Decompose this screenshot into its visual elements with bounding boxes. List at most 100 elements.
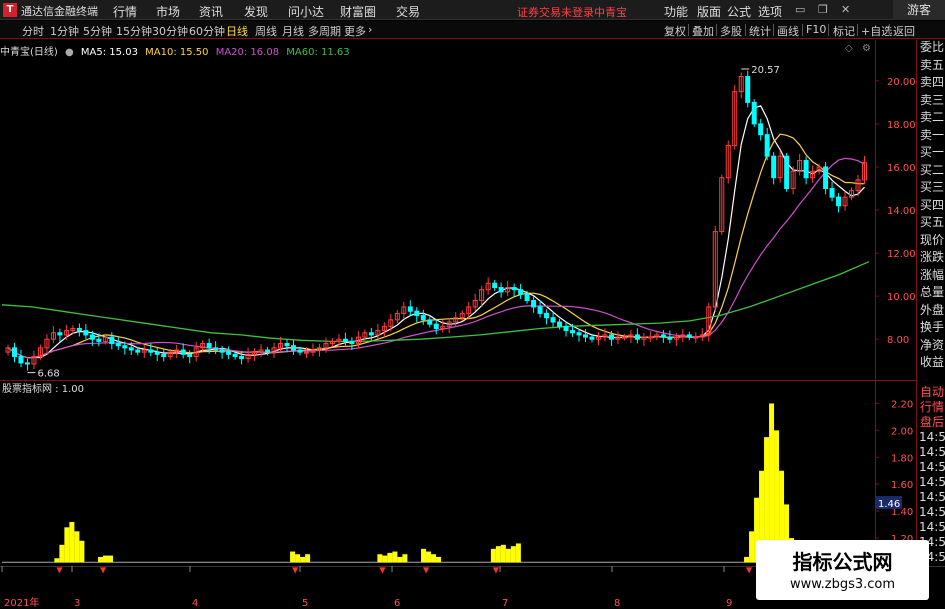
indicator-bar [387, 552, 393, 563]
kline-chart[interactable]: ▼ ▼ ▼ ▼ ▼ ▼ ▼ 20.00 18.00 16.00 14.00 12.00 10.00 8.… [0, 0, 945, 609]
indicator-bar [744, 556, 750, 563]
candle-body [621, 336, 627, 339]
candle-body [823, 166, 829, 190]
tick-mode-label: 盘后 [919, 415, 945, 430]
candle-body [57, 332, 63, 336]
candle-body [745, 76, 751, 103]
y-tick-label: 14.00 [887, 206, 916, 217]
candle-body [492, 282, 498, 289]
candle-body [420, 315, 426, 321]
candle-body [213, 347, 219, 351]
candle-body [498, 287, 504, 293]
candle-body [647, 336, 653, 339]
quote-field-label: 换手 [919, 320, 945, 335]
pane-divider [0, 380, 918, 381]
tick-time-label: 14:56 [919, 460, 945, 475]
candle-body [239, 355, 245, 360]
candle-body [693, 336, 699, 339]
indicator-bar [377, 554, 383, 563]
ma60-line [1, 261, 870, 343]
candle-body [433, 323, 439, 329]
indicator-bar [769, 403, 775, 563]
candle-body [537, 306, 543, 314]
right-panel-border [916, 40, 917, 565]
candle-body [265, 349, 271, 353]
candle-body [803, 160, 809, 179]
quote-field-label: 卖四 [919, 75, 945, 90]
candle-body [570, 330, 576, 334]
candle-body [291, 345, 297, 351]
candle-body [771, 155, 777, 179]
low-price-label: 6.68 [37, 369, 59, 380]
candle-body [303, 351, 309, 354]
indicator-bar [397, 556, 403, 563]
quote-field-label: 买三 [919, 180, 945, 195]
candle-body [550, 317, 556, 323]
candle-body [148, 349, 154, 353]
quote-field-label: 总量 [919, 285, 945, 300]
indicator-legend: 股票指标网 : 1.00 [2, 384, 84, 395]
x-tick-label: 7 [502, 598, 508, 609]
indicator-bar [69, 521, 75, 563]
indicator-bar [436, 556, 442, 563]
tick-mode-label: 自动 [919, 385, 945, 400]
candle-body [608, 334, 614, 340]
candle-body [582, 334, 588, 338]
sub-y-tick-label: 1.80 [891, 453, 913, 464]
candle-body [180, 349, 186, 355]
candle-body [511, 287, 517, 291]
indicator-bar [290, 551, 296, 563]
candle-body [109, 336, 115, 345]
quote-panel: 委比 卖五 卖四 卖三 卖二 卖一 买一 买二 买三 买四 买五 现价 涨跌 涨幅 总量 外盘 换手 净资 收益 [919, 40, 945, 380]
candle-body [284, 343, 290, 347]
quote-field-label: 卖一 [919, 127, 945, 143]
candle-body [836, 196, 842, 207]
candle-body [232, 353, 238, 357]
quote-field-label: 买一 [919, 145, 945, 160]
indicator-bar [79, 540, 85, 563]
indicator-bar [426, 551, 432, 563]
x-tick-label: 2021年 [4, 596, 39, 609]
candle-body [660, 334, 666, 338]
tick-panel: 自动行情盘后14:5614:5614:5614:5614:5614:5614:5… [919, 385, 945, 565]
x-tick-label: 6 [394, 598, 400, 609]
candle-body [634, 334, 640, 340]
quote-field-label: 涨跌 [919, 250, 945, 265]
indicator-bar [64, 527, 70, 563]
candle-body [297, 349, 303, 353]
quote-field-label: 收益 [919, 355, 945, 370]
quote-field-label: 买二 [919, 162, 945, 178]
tick-time-label: 14:56 [919, 475, 945, 490]
tick-time-label: 14:56 [919, 490, 945, 505]
x-tick-label: 5 [302, 598, 308, 609]
candle-body [187, 353, 193, 357]
candle-body [784, 155, 790, 190]
candle-body [524, 293, 530, 301]
candle-body [89, 334, 95, 340]
candle-body [24, 362, 30, 365]
quote-field-label: 买五 [919, 215, 945, 230]
candle-body [764, 134, 770, 157]
indicator-bar [431, 554, 437, 563]
axis-frame [875, 40, 876, 565]
candle-body [11, 347, 17, 357]
indicator-bar [305, 554, 311, 563]
candle-body [368, 332, 374, 336]
indicator-bar [490, 548, 496, 563]
quote-field-label: 委比 [919, 40, 945, 55]
indicator-bar [421, 548, 427, 563]
quote-field-label: 买四 [919, 197, 945, 213]
indicator-bar [295, 554, 301, 563]
down-arrow-icon: ▼ [292, 565, 299, 574]
indicator-bar [402, 554, 408, 563]
down-arrow-icon: ▼ [56, 565, 63, 574]
candle-body [83, 330, 89, 336]
indicator-bar [392, 551, 398, 563]
indicator-bar [103, 555, 109, 563]
down-arrow-icon: ▼ [100, 565, 107, 574]
candle-body [128, 347, 134, 351]
candle-body [135, 349, 141, 353]
down-arrow-icon: ▼ [493, 565, 500, 574]
candle-body [219, 349, 225, 353]
candle-body [115, 343, 121, 347]
